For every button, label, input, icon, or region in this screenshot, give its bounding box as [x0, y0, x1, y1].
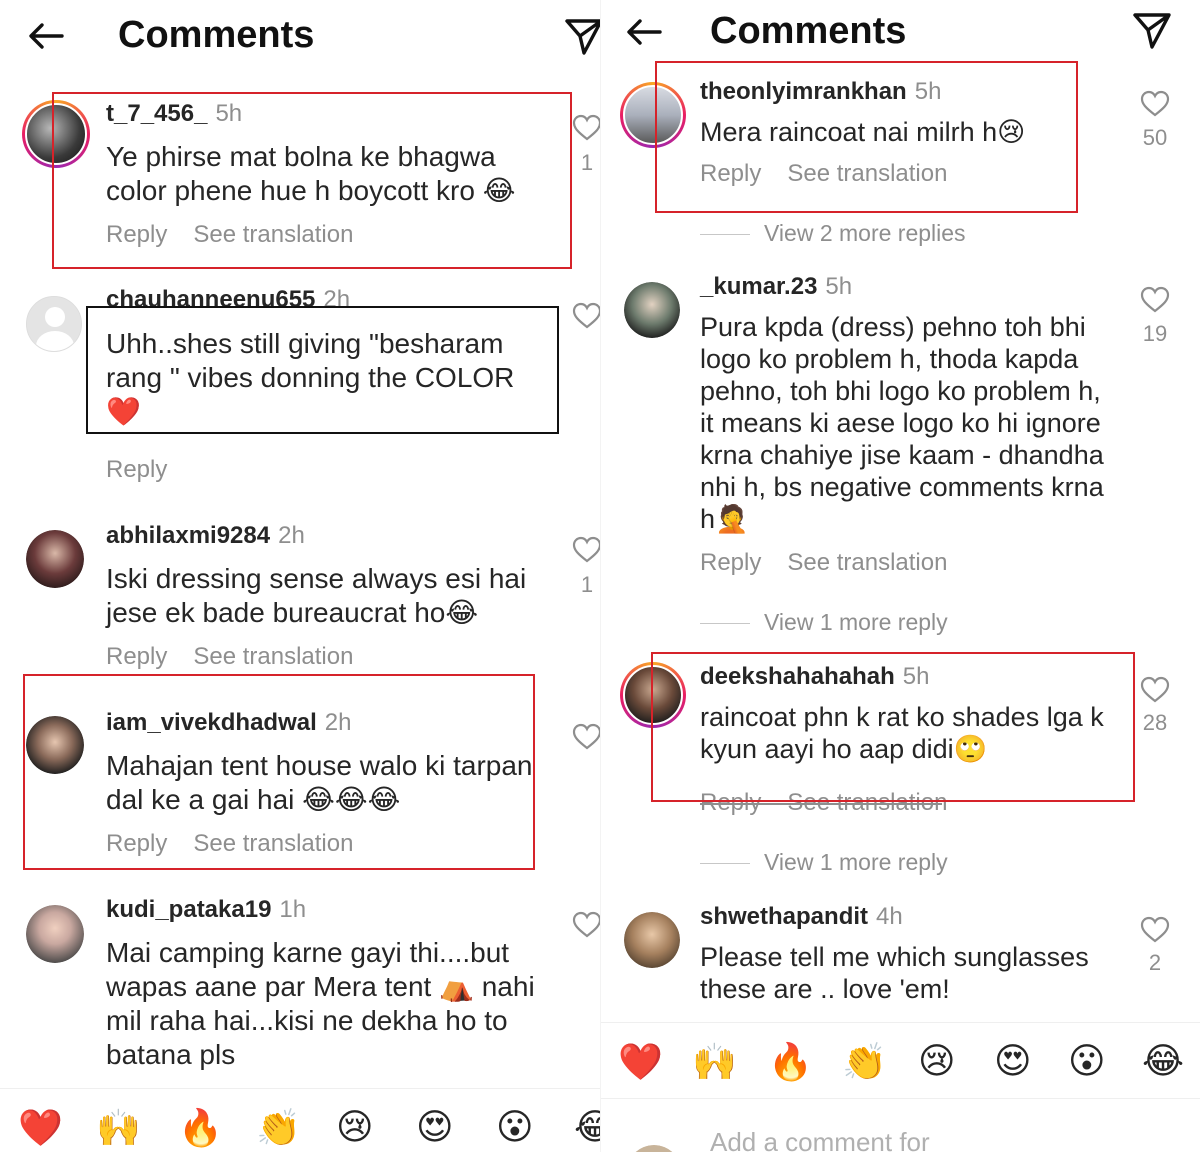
comment-actions: Reply See translation	[700, 549, 973, 577]
send-icon[interactable]	[1130, 8, 1174, 52]
highlight-box-red	[52, 92, 572, 269]
comment-time: 2h	[278, 522, 305, 549]
avatar[interactable]	[26, 530, 84, 588]
strike-line	[700, 803, 942, 805]
emoji-fire[interactable]: 🔥	[768, 1041, 813, 1083]
see-translation-button[interactable]: See translation	[787, 549, 947, 576]
emoji-crying[interactable]: 😢	[918, 1041, 956, 1082]
back-arrow-icon[interactable]	[22, 12, 70, 60]
emoji-heart[interactable]: ❤️	[618, 1041, 663, 1083]
reply-button[interactable]: Reply	[106, 456, 167, 483]
comment-text: Iski dressing sense always esi hai jese …	[106, 563, 527, 628]
emoji-surprised[interactable]: 😮	[496, 1107, 534, 1148]
avatar	[626, 1145, 682, 1152]
emoji-raised-hands[interactable]: 🙌	[692, 1041, 737, 1083]
emoji-laughing[interactable]: 😂	[1142, 1041, 1184, 1082]
like-count: 19	[1142, 321, 1168, 346]
comment-time: 1h	[279, 896, 307, 923]
comments-panel-right: Comments theonlyimrankhan 5h Mera raincoa…	[600, 0, 1200, 1152]
panel-divider	[600, 0, 601, 1152]
comment-text: Uhh..shes still giving "besharam rang " …	[106, 328, 515, 427]
comment-username[interactable]: abhilaxmi9284 2h	[106, 522, 305, 550]
back-arrow-icon[interactable]	[620, 8, 668, 56]
comment-username[interactable]: _kumar.23 5h	[700, 273, 852, 301]
like-count: 28	[1142, 710, 1168, 735]
add-comment-input[interactable]: Add a comment for	[710, 1127, 930, 1152]
emoji-laughing[interactable]: 😂	[574, 1107, 600, 1148]
like-count: 1	[580, 572, 594, 597]
emoji-raised-hands[interactable]: 🙌	[96, 1107, 141, 1149]
emoji-heart[interactable]: ❤️	[18, 1107, 63, 1149]
like-heart-icon[interactable]	[1140, 90, 1170, 118]
page-title: Comments	[710, 10, 907, 52]
avatar[interactable]	[26, 296, 82, 352]
like-heart-icon[interactable]	[1140, 286, 1170, 314]
reply-button[interactable]: Reply	[700, 549, 761, 576]
page-title: Comments	[118, 14, 315, 56]
like-heart-icon[interactable]	[572, 911, 600, 939]
emoji-clap[interactable]: 👏	[256, 1107, 301, 1149]
avatar[interactable]	[624, 282, 680, 338]
emoji-clap[interactable]: 👏	[842, 1041, 887, 1083]
emoji-fire[interactable]: 🔥	[178, 1107, 223, 1149]
view-more-replies[interactable]: View 1 more reply	[700, 609, 948, 636]
comment-text: Please tell me which sunglasses these ar…	[700, 942, 1089, 1004]
highlight-box-red	[23, 674, 535, 870]
reply-button[interactable]: Reply	[106, 643, 167, 670]
like-heart-icon[interactable]	[1140, 916, 1170, 944]
add-comment-bar: Add a comment for	[600, 1098, 1200, 1152]
comment-username[interactable]: shwethapandit 4h	[700, 903, 903, 931]
like-heart-icon[interactable]	[1140, 676, 1170, 704]
like-count: 2	[1148, 950, 1162, 975]
like-count: 50	[1142, 125, 1168, 150]
like-heart-icon[interactable]	[572, 302, 600, 330]
like-count: 1	[580, 150, 594, 175]
send-icon[interactable]	[562, 14, 600, 58]
comment-time: 5h	[825, 273, 853, 300]
comment-time: 4h	[876, 903, 903, 930]
comment-text: Pura kpda (dress) pehno toh bhi logo ko …	[700, 312, 1104, 534]
comment-username[interactable]: kudi_pataka19 1h	[106, 896, 306, 924]
quick-reaction-bar: ❤️ 🙌 🔥 👏 😢 😍 😮 😂	[600, 1022, 1200, 1102]
comments-panel-left: Comments t_7_456_ 5h Ye phirse mat bolna …	[0, 0, 600, 1152]
view-more-replies[interactable]: View 2 more replies	[700, 220, 966, 247]
comment-actions: Reply	[106, 456, 193, 484]
view-more-replies[interactable]: View 1 more reply	[700, 849, 948, 876]
comment-text: Mai camping karne gayi thi....but wapas …	[106, 937, 535, 1070]
like-heart-icon[interactable]	[572, 114, 600, 142]
avatar[interactable]	[624, 912, 680, 968]
quick-reaction-bar: ❤️ 🙌 🔥 👏 😢 😍 😮 😂	[0, 1088, 600, 1152]
emoji-heart-eyes[interactable]: 😍	[994, 1041, 1032, 1082]
avatar[interactable]	[26, 905, 84, 963]
comment-actions: Reply See translation	[106, 643, 379, 671]
like-heart-icon[interactable]	[572, 723, 600, 751]
emoji-heart-eyes[interactable]: 😍	[416, 1107, 454, 1148]
emoji-surprised[interactable]: 😮	[1068, 1041, 1106, 1082]
highlight-box-red	[655, 61, 1078, 213]
see-translation-button[interactable]: See translation	[193, 643, 353, 670]
highlight-box-red	[651, 652, 1135, 802]
like-heart-icon[interactable]	[572, 536, 600, 564]
emoji-crying[interactable]: 😢	[336, 1107, 374, 1148]
